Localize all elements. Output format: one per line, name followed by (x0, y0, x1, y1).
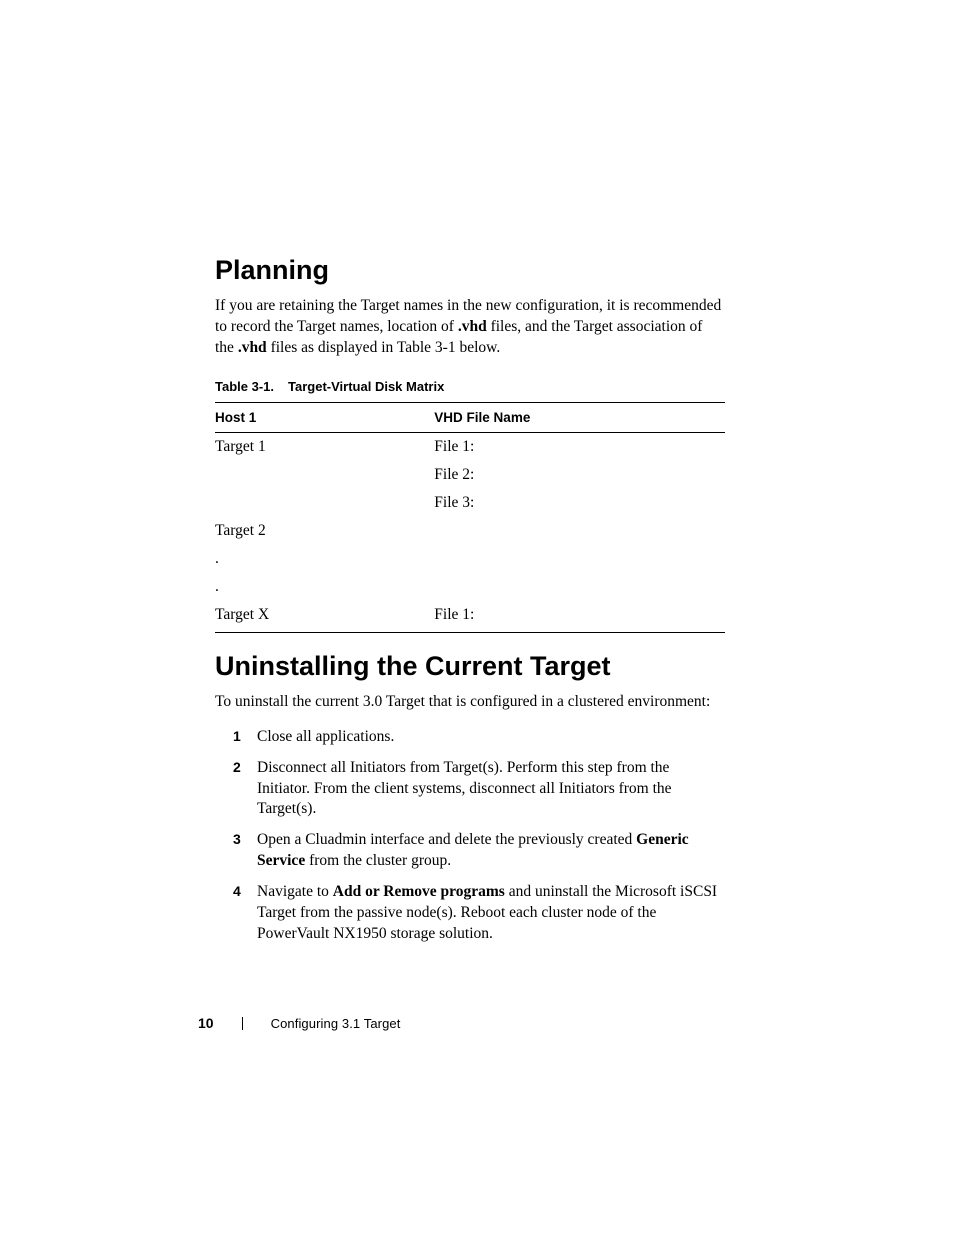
table-cell: File 1: (434, 432, 725, 461)
table-cell (434, 545, 725, 573)
table-cell (434, 573, 725, 601)
table-cell: File 3: (434, 489, 725, 517)
step-text: Navigate to (257, 883, 333, 900)
page-footer: 10 Configuring 3.1 Target (198, 1015, 400, 1031)
bold-add-remove-programs: Add or Remove programs (333, 883, 505, 900)
footer-title: Configuring 3.1 Target (271, 1016, 401, 1031)
table-cell: . (215, 573, 434, 601)
table-cell: File 2: (434, 461, 725, 489)
table-header-row: Host 1 VHD File Name (215, 402, 725, 432)
footer-divider (242, 1017, 243, 1030)
table-row: Target X File 1: (215, 601, 725, 633)
text-fragment: files as displayed in Table 3-1 below. (267, 339, 501, 356)
bold-vhd-1: .vhd (458, 318, 487, 335)
table-row: File 2: (215, 461, 725, 489)
table-cell (215, 461, 434, 489)
page-content: Planning If you are retaining the Target… (215, 255, 725, 955)
table-cell: . (215, 545, 434, 573)
heading-planning: Planning (215, 255, 725, 286)
table-cell: Target X (215, 601, 434, 633)
list-item: Close all applications. (215, 727, 725, 748)
table-header-vhd: VHD File Name (434, 402, 725, 432)
bold-vhd-2: .vhd (238, 339, 267, 356)
table-cell (434, 517, 725, 545)
heading-uninstalling: Uninstalling the Current Target (215, 651, 725, 682)
table-row: Target 2 (215, 517, 725, 545)
table-cell: Target 1 (215, 432, 434, 461)
page-number: 10 (198, 1015, 214, 1031)
uninstalling-intro: To uninstall the current 3.0 Target that… (215, 692, 725, 713)
list-item: Navigate to Add or Remove programs and u… (215, 882, 725, 945)
step-text: Disconnect all Initiators from Target(s)… (257, 759, 672, 818)
planning-paragraph: If you are retaining the Target names in… (215, 296, 725, 359)
table-cell (215, 489, 434, 517)
list-item: Disconnect all Initiators from Target(s)… (215, 758, 725, 821)
table-row: File 3: (215, 489, 725, 517)
table-row: . (215, 573, 725, 601)
table-cell: Target 2 (215, 517, 434, 545)
step-text: Close all applications. (257, 728, 394, 745)
table-caption-number: Table 3-1. (215, 379, 274, 394)
table-row: Target 1 File 1: (215, 432, 725, 461)
step-text: from the cluster group. (305, 852, 451, 869)
table-cell: File 1: (434, 601, 725, 633)
list-item: Open a Cluadmin interface and delete the… (215, 830, 725, 872)
table-caption-title: Target-Virtual Disk Matrix (288, 379, 444, 394)
table-row: . (215, 545, 725, 573)
step-text: Open a Cluadmin interface and delete the… (257, 831, 636, 848)
table-header-host: Host 1 (215, 402, 434, 432)
table-caption: Table 3-1. Target-Virtual Disk Matrix (215, 379, 725, 394)
uninstall-steps-list: Close all applications. Disconnect all I… (215, 727, 725, 945)
target-virtual-disk-matrix-table: Host 1 VHD File Name Target 1 File 1: Fi… (215, 402, 725, 633)
